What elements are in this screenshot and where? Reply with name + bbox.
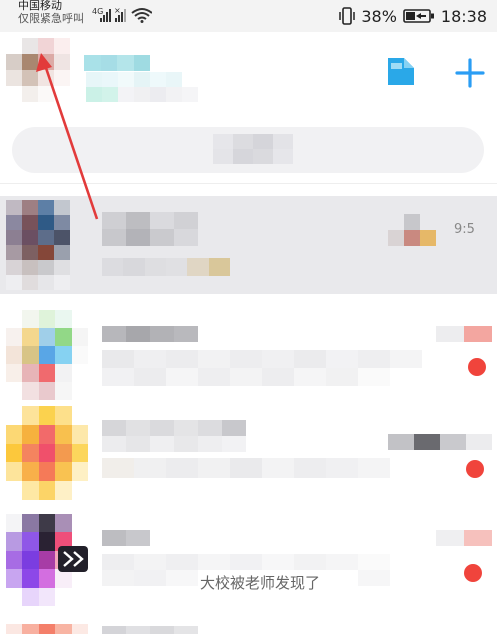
media-badge-icon [58,546,88,572]
carrier-info: 中国移动 仅限紧急呼叫 [18,0,84,25]
divider [0,183,497,184]
timestamp-area [436,326,492,342]
message-preview [102,350,422,386]
profile-name [84,55,150,71]
network-type: 4G [92,7,103,16]
message-preview [102,258,230,276]
status-right: 38% 18:38 [339,3,487,29]
battery-percent: 38% [361,6,397,26]
conversation-row[interactable] [0,306,497,404]
contact-name [102,420,246,452]
avatar [6,406,88,500]
avatar [6,200,70,290]
profile-status [70,72,198,102]
clock: 18:38 [440,6,487,26]
search-placeholder [213,134,293,164]
status-bar: 中国移动 仅限紧急呼叫 4G × 38% 18:38 [0,0,497,32]
contact-name [102,530,150,546]
timestamp-area [388,214,452,246]
avatar [6,310,88,400]
message-preview [102,458,422,478]
avatar [6,624,88,634]
contact-name [102,212,198,246]
vibrate-icon [339,7,356,25]
search-bar[interactable] [12,127,484,173]
signal-icon: 4G × [92,6,152,23]
unread-badge [464,564,482,582]
timestamp: 9:5 [454,222,475,237]
battery-icon [403,9,434,23]
conversation-row[interactable]: 9:5 [0,196,497,294]
timestamp-area [388,434,492,450]
contact-name [102,626,198,634]
profile-avatar[interactable] [6,38,70,102]
unread-badge [466,460,484,478]
unread-badge [468,358,486,376]
add-plus-icon[interactable] [455,58,485,88]
contact-name [102,326,198,342]
carrier-emergency: 仅限紧急呼叫 [18,12,84,25]
carrier-name: 中国移动 [18,0,62,12]
svg-text:×: × [114,6,121,15]
contacts-icon[interactable] [386,55,418,87]
conversation-row[interactable]: 大校被老师发现了 [0,510,497,610]
conversation-row[interactable] [0,616,497,634]
message-preview: 大校被老师发现了 [200,574,321,592]
timestamp-area [436,530,492,546]
conversation-row[interactable] [0,404,497,510]
